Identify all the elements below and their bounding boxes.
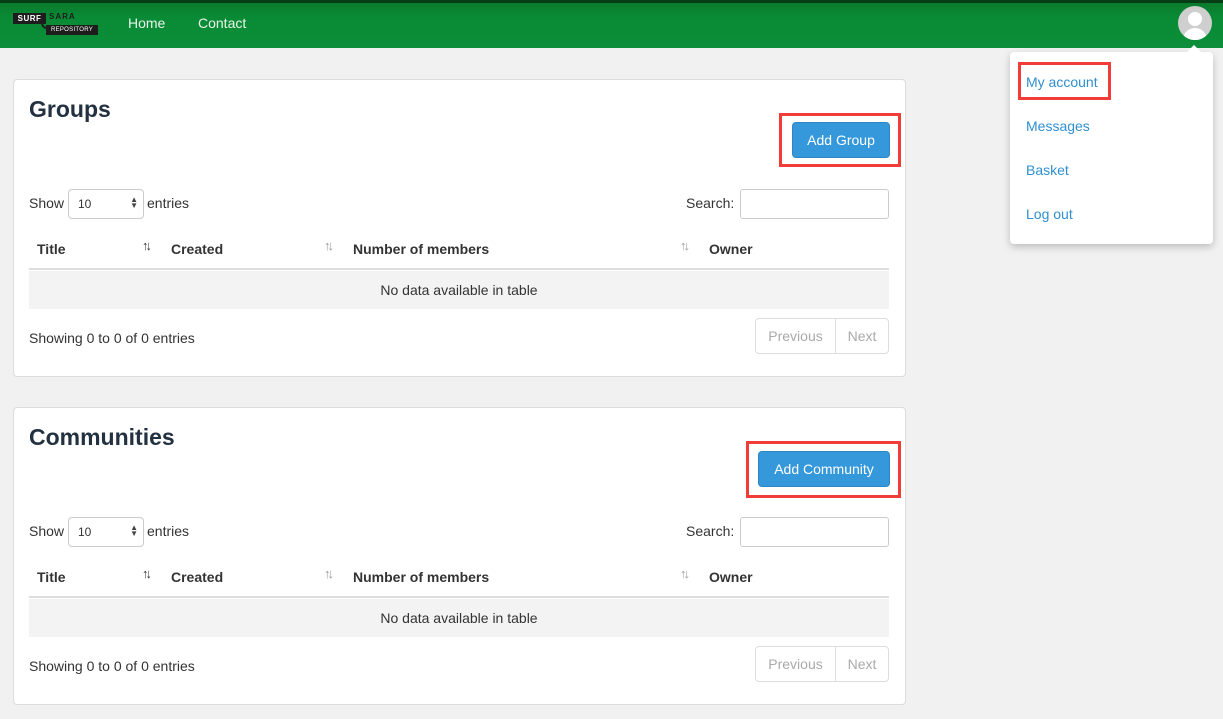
sort-ascending-icon[interactable]: ↑↓ <box>142 238 152 253</box>
sort-both-icon[interactable]: ↑↓ <box>324 566 334 581</box>
logo-repository-text: REPOSITORY <box>46 25 98 35</box>
table-info: Showing 0 to 0 of 0 entries <box>29 330 195 346</box>
column-header-title[interactable]: Title <box>37 569 66 585</box>
menu-item-log-out[interactable]: Log out <box>1026 206 1073 222</box>
logo-sara-text: SARA <box>49 12 76 21</box>
select-updown-icon: ▲ ▼ <box>130 523 138 538</box>
page-length-select[interactable]: 10 ▲ ▼ <box>68 517 144 547</box>
page-length-value: 10 <box>78 525 92 539</box>
my-account-highlight-box <box>1018 62 1111 100</box>
nav-link-home[interactable]: Home <box>128 15 165 31</box>
empty-table-row: No data available in table <box>29 599 889 637</box>
pagination: Previous Next <box>755 318 889 354</box>
add-community-button[interactable]: Add Community <box>758 451 890 487</box>
column-header-created[interactable]: Created <box>171 569 223 585</box>
column-header-title[interactable]: Title <box>37 241 66 257</box>
column-header-members[interactable]: Number of members <box>353 569 489 585</box>
menu-item-basket[interactable]: Basket <box>1026 162 1069 178</box>
previous-page-button[interactable]: Previous <box>756 319 835 353</box>
add-group-button[interactable]: Add Group <box>792 122 890 158</box>
search-label: Search: <box>686 195 735 211</box>
entries-label: entries <box>147 523 190 539</box>
sort-both-icon[interactable]: ↑↓ <box>324 238 334 253</box>
surfsara-repository-logo[interactable]: SURF SARA REPOSITORY <box>13 11 98 38</box>
page-length-select[interactable]: 10 ▲ ▼ <box>68 189 144 219</box>
avatar-body-shape <box>1183 28 1207 40</box>
top-navbar: SURF SARA REPOSITORY Home Contact <box>0 0 1223 48</box>
next-page-button[interactable]: Next <box>836 319 888 353</box>
select-updown-icon: ▲ ▼ <box>130 195 138 210</box>
sort-ascending-icon[interactable]: ↑↓ <box>142 566 152 581</box>
groups-title: Groups <box>29 96 111 122</box>
user-avatar-icon[interactable] <box>1178 6 1212 40</box>
entries-label: entries <box>147 195 190 211</box>
column-header-owner[interactable]: Owner <box>709 569 753 585</box>
communities-panel: Communities Add Community Show 10 ▲ ▼ ent… <box>13 407 906 705</box>
dropdown-caret <box>1187 45 1201 52</box>
communities-search-input[interactable] <box>740 517 889 547</box>
table-header-divider <box>29 268 889 270</box>
sort-both-icon[interactable]: ↑↓ <box>680 566 690 581</box>
column-header-created[interactable]: Created <box>171 241 223 257</box>
show-label: Show <box>29 195 65 211</box>
pagination: Previous Next <box>755 646 889 682</box>
column-header-owner[interactable]: Owner <box>709 241 753 257</box>
nav-link-contact[interactable]: Contact <box>198 15 246 31</box>
table-header-divider <box>29 596 889 598</box>
sort-both-icon[interactable]: ↑↓ <box>680 238 690 253</box>
empty-table-row: No data available in table <box>29 271 889 309</box>
menu-item-messages[interactable]: Messages <box>1026 118 1090 134</box>
table-info: Showing 0 to 0 of 0 entries <box>29 658 195 674</box>
avatar-head-shape <box>1188 12 1202 26</box>
communities-title: Communities <box>29 424 175 450</box>
next-page-button[interactable]: Next <box>836 647 888 681</box>
search-label: Search: <box>686 523 735 539</box>
show-label: Show <box>29 523 65 539</box>
groups-panel: Groups Add Group Show 10 ▲ ▼ entries Sear… <box>13 79 906 377</box>
previous-page-button[interactable]: Previous <box>756 647 835 681</box>
groups-search-input[interactable] <box>740 189 889 219</box>
page-length-value: 10 <box>78 197 92 211</box>
column-header-members[interactable]: Number of members <box>353 241 489 257</box>
